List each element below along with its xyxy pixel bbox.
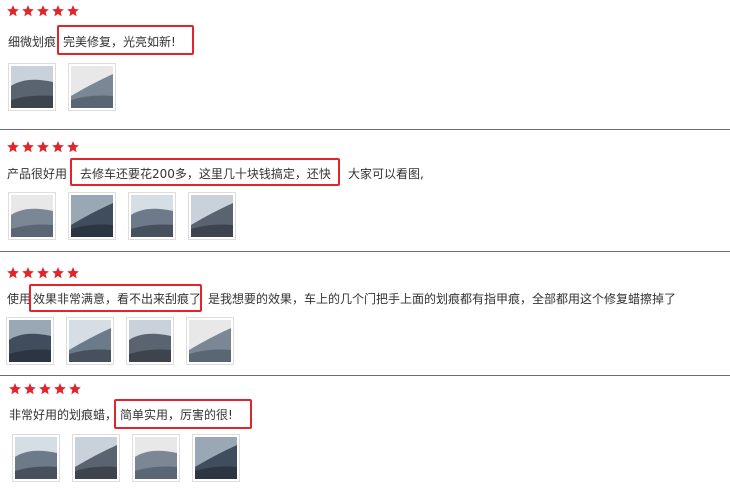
- star-icon: [7, 267, 19, 279]
- star-rating: [8, 382, 82, 396]
- star-icon: [37, 267, 49, 279]
- star-icon: [7, 141, 19, 153]
- star-icon: [69, 383, 81, 395]
- review-text-before: 细微划痕: [8, 35, 57, 49]
- star-icon: [22, 5, 34, 17]
- star-icon: [52, 267, 64, 279]
- review-images: [12, 434, 240, 482]
- door-handle-photo-3[interactable]: [126, 317, 174, 365]
- star-icon: [52, 5, 64, 17]
- car-side-photo-4[interactable]: [192, 434, 240, 482]
- review-divider: [0, 251, 730, 252]
- door-handle-photo-4[interactable]: [186, 317, 234, 365]
- headlight-after-photo[interactable]: [68, 192, 116, 240]
- star-icon: [22, 267, 34, 279]
- review-divider: [0, 375, 730, 376]
- car-side-photo-3[interactable]: [132, 434, 180, 482]
- star-icon: [24, 383, 36, 395]
- review-text-before: 产品很好用: [7, 167, 68, 181]
- review-text-after: 是我想要的效果，车上的几个门把手上面的划痕都有指甲痕，全部都用这个修复蜡擦掉了: [208, 292, 677, 306]
- review-images: [8, 192, 236, 240]
- car-side-photo-1[interactable]: [12, 434, 60, 482]
- car-panel-blue-photo[interactable]: [188, 192, 236, 240]
- star-icon: [37, 5, 49, 17]
- star-rating: [6, 266, 80, 280]
- review-text-highlight: 效果非常满意，看不出来刮痕了: [33, 292, 202, 306]
- star-icon: [22, 141, 34, 153]
- car-door-photo[interactable]: [8, 63, 56, 111]
- review-images: [6, 317, 234, 365]
- star-icon: [37, 141, 49, 153]
- review-text-highlight: 完美修复，光亮如新!: [63, 35, 176, 49]
- review-text-after: 大家可以看图,: [348, 167, 424, 181]
- star-icon: [67, 5, 79, 17]
- star-rating: [6, 4, 80, 18]
- review-text-before: 非常好用的划痕蜡，: [9, 408, 118, 422]
- door-handle-photo-2[interactable]: [66, 317, 114, 365]
- star-icon: [54, 383, 66, 395]
- star-rating: [6, 140, 80, 154]
- star-icon: [7, 5, 19, 17]
- review-text-highlight: 简单实用，厉害的很!: [120, 408, 233, 422]
- door-handle-photo-1[interactable]: [6, 317, 54, 365]
- headlight-before-photo[interactable]: [8, 192, 56, 240]
- scratch-wax-tube-photo[interactable]: [68, 63, 116, 111]
- star-icon: [67, 267, 79, 279]
- review-text-highlight: 去修车还要花200多，这里几十块钱搞定，还快: [80, 167, 331, 181]
- review-divider: [0, 129, 730, 130]
- star-icon: [39, 383, 51, 395]
- star-icon: [52, 141, 64, 153]
- car-side-photo-2[interactable]: [72, 434, 120, 482]
- review-text-before: 使用: [7, 292, 32, 306]
- car-body-dark-photo[interactable]: [128, 192, 176, 240]
- star-icon: [9, 383, 21, 395]
- review-images: [8, 63, 116, 111]
- star-icon: [67, 141, 79, 153]
